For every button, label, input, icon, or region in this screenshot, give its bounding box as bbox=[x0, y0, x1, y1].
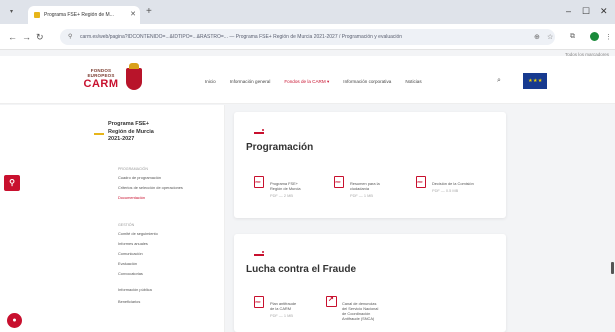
reload-icon[interactable]: ↻ bbox=[36, 32, 44, 43]
sidebar-item-comunicacion[interactable]: Comunicación bbox=[118, 251, 218, 257]
sidebar-group-gestion: Gestión Comité de seguimiento Informes a… bbox=[118, 223, 218, 309]
sidebar-item-criterios[interactable]: Criterios de selección de operaciones bbox=[118, 185, 218, 191]
sidebar: Programa FSE+ Región de Murcia 2021-2027… bbox=[0, 105, 225, 332]
card-title: Lucha contra el Fraude bbox=[246, 264, 357, 275]
document-label: Decisión de la Comisión bbox=[432, 181, 474, 186]
region-crest-icon bbox=[126, 63, 142, 90]
site-header: FONDOS EUROPEOS CARM Inicio Información … bbox=[0, 56, 615, 104]
sidebar-item-documentacion[interactable]: Documentación bbox=[118, 195, 218, 201]
accessibility-icon[interactable]: ⚲ bbox=[4, 175, 20, 191]
document-label: Plan antifraude de la CARM bbox=[270, 301, 297, 311]
document-size: PDF — 1 MB bbox=[270, 313, 293, 318]
close-window-button[interactable]: ✕ bbox=[600, 6, 608, 17]
program-accent bbox=[94, 133, 104, 135]
search-icon[interactable]: ⌕ bbox=[497, 77, 501, 85]
document-label: Resumen para la ciudadanía bbox=[350, 181, 380, 191]
program-title: Programa FSE+ Región de Murcia 2021-2027 bbox=[108, 121, 154, 142]
pdf-icon bbox=[254, 176, 264, 188]
nav-fondos-carm[interactable]: Fondos de la CARM ▾ bbox=[284, 79, 329, 85]
browser-tab-strip: ▾ Programa FSE+ Región de M... ✕ + – ☐ ✕ bbox=[0, 0, 615, 24]
sidebar-item-informacion-publica[interactable]: Información pública bbox=[118, 287, 218, 293]
sidebar-item-beneficiarios[interactable]: Beneficiarios bbox=[118, 299, 218, 305]
sidebar-item-comite[interactable]: Comité de seguimiento bbox=[118, 231, 218, 237]
card-title: Programación bbox=[246, 142, 314, 153]
sidebar-item-convocatorias[interactable]: Convocatorias bbox=[118, 271, 218, 277]
document-label: Programa FSE+ Región de Murcia bbox=[270, 181, 301, 191]
document-size: PDF — 1 MB bbox=[350, 193, 373, 198]
sidebar-group-programacion: Programación Cuadro de programación Crit… bbox=[118, 167, 218, 205]
fondos-europeos-logo[interactable]: FONDOS EUROPEOS CARM bbox=[80, 68, 122, 90]
pdf-icon bbox=[334, 176, 344, 188]
pdf-icon bbox=[254, 296, 264, 308]
address-bar[interactable]: ⚲ carm.es/web/pagina?IDCONTENIDO=...&IDT… bbox=[60, 29, 555, 45]
nav-noticias[interactable]: Noticias bbox=[405, 79, 421, 85]
favicon-icon bbox=[34, 12, 40, 18]
nav-inicio[interactable]: Inicio bbox=[205, 79, 216, 85]
menu-dots-icon[interactable]: ⋮ bbox=[605, 33, 612, 41]
external-link-icon bbox=[326, 295, 337, 307]
minimize-button[interactable]: – bbox=[566, 6, 571, 16]
sidebar-item-informes[interactable]: Informes anuales bbox=[118, 241, 218, 247]
new-tab-icon[interactable]: + bbox=[146, 6, 152, 17]
bookmark-star-icon[interactable]: ☆ bbox=[547, 33, 553, 41]
side-tab-handle[interactable] bbox=[611, 262, 614, 274]
card-accent bbox=[254, 129, 264, 134]
sidebar-heading: Gestión bbox=[118, 223, 135, 227]
sidebar-heading: Programación bbox=[118, 167, 148, 171]
nav-informacion-corporativa[interactable]: Información corporativa bbox=[343, 79, 391, 85]
document-size: PDF — 0.5 MB bbox=[432, 188, 459, 193]
maximize-button[interactable]: ☐ bbox=[582, 6, 590, 17]
nav-informacion-general[interactable]: Información general bbox=[230, 79, 271, 85]
main-navigation: Inicio Información general Fondos de la … bbox=[205, 79, 422, 85]
pdf-icon bbox=[416, 176, 426, 188]
back-icon[interactable]: ← bbox=[8, 32, 17, 42]
address-text: carm.es/web/pagina?IDCONTENIDO=...&IDTIP… bbox=[80, 34, 403, 40]
document-label: Canal de denuncias del Servicio Nacional… bbox=[342, 301, 379, 321]
extensions-icon[interactable]: ⧉ bbox=[570, 33, 575, 41]
eu-flag-icon: ★ ★ ★ bbox=[523, 73, 547, 89]
chat-icon[interactable]: ● bbox=[7, 313, 22, 328]
browser-tab[interactable]: Programa FSE+ Región de M... ✕ bbox=[28, 6, 140, 24]
fraude-card: Lucha contra el Fraude Plan antifraude d… bbox=[234, 234, 506, 332]
programacion-card: Programación Programa FSE+ Región de Mur… bbox=[234, 112, 506, 218]
sidebar-item-evaluacion[interactable]: Evaluación bbox=[118, 261, 218, 267]
zoom-icon[interactable]: ⊕ bbox=[534, 33, 540, 41]
sidebar-item-cuadro[interactable]: Cuadro de programación bbox=[118, 175, 218, 181]
browser-toolbar: ← → ↻ ⚲ carm.es/web/pagina?IDCONTENIDO=.… bbox=[0, 24, 615, 50]
tab-title: Programa FSE+ Región de M... bbox=[44, 12, 114, 18]
card-accent bbox=[254, 251, 264, 256]
document-size: PDF — 2 MB bbox=[270, 193, 293, 198]
tab-search-icon[interactable]: ▾ bbox=[10, 8, 13, 15]
program-card: Programa FSE+ Región de Murcia 2021-2027 bbox=[94, 121, 198, 144]
forward-icon[interactable]: → bbox=[22, 32, 31, 42]
site-info-icon[interactable]: ⚲ bbox=[68, 33, 72, 40]
tab-close-icon[interactable]: ✕ bbox=[130, 10, 136, 18]
profile-avatar[interactable] bbox=[590, 32, 599, 41]
